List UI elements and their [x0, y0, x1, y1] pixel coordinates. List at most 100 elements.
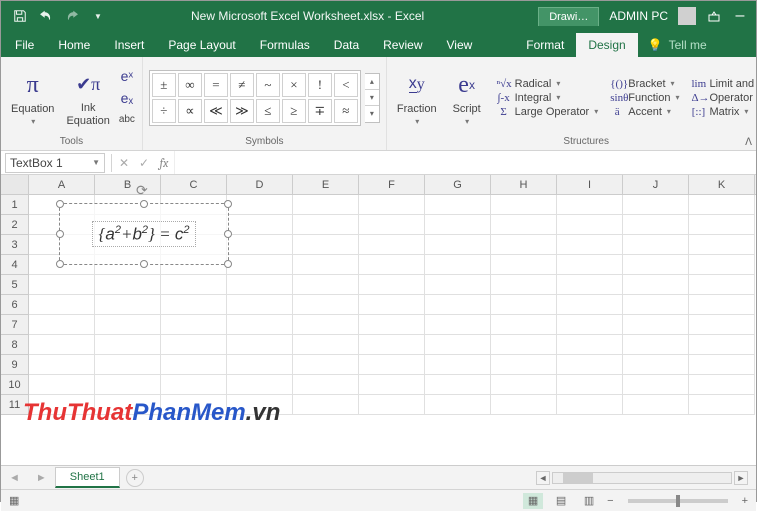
tab-insert[interactable]: Insert	[102, 33, 156, 57]
cell[interactable]	[227, 335, 293, 355]
cell[interactable]	[491, 275, 557, 295]
accent-button[interactable]: äAccent▾	[610, 106, 679, 118]
cell[interactable]	[95, 315, 161, 335]
resize-handle[interactable]	[140, 260, 148, 268]
resize-handle[interactable]	[224, 230, 232, 238]
collapse-ribbon-icon[interactable]: ᐱ	[745, 137, 752, 148]
cell[interactable]	[359, 315, 425, 335]
cell[interactable]	[95, 355, 161, 375]
tab-page-layout[interactable]: Page Layout	[156, 33, 247, 57]
linear-icon[interactable]: eₓ	[118, 89, 136, 107]
tab-file[interactable]: File	[1, 33, 46, 57]
tab-review[interactable]: Review	[371, 33, 434, 57]
cell[interactable]	[623, 335, 689, 355]
symbol-cell[interactable]: !	[308, 73, 332, 97]
row-header[interactable]: 6	[1, 295, 29, 315]
cell[interactable]	[491, 235, 557, 255]
cell[interactable]	[557, 215, 623, 235]
script-button[interactable]: ex Script▾	[445, 67, 489, 128]
cell[interactable]	[161, 295, 227, 315]
row-header[interactable]: 4	[1, 255, 29, 275]
cell[interactable]	[293, 215, 359, 235]
cell[interactable]	[557, 355, 623, 375]
cell[interactable]	[359, 195, 425, 215]
cell[interactable]	[95, 335, 161, 355]
resize-handle[interactable]	[224, 200, 232, 208]
cell[interactable]	[95, 375, 161, 395]
cell[interactable]	[557, 395, 623, 415]
cell[interactable]	[425, 255, 491, 275]
ink-equation-button[interactable]: ✔π Ink Equation	[62, 66, 113, 128]
cell[interactable]	[227, 295, 293, 315]
row-header[interactable]: 1	[1, 195, 29, 215]
rotate-handle-icon[interactable]: ⟳	[136, 182, 152, 198]
row-header[interactable]: 7	[1, 315, 29, 335]
horizontal-scrollbar[interactable]: ◄►	[536, 471, 748, 485]
page-layout-view-icon[interactable]: ▤	[551, 493, 571, 509]
cell[interactable]	[557, 315, 623, 335]
cell[interactable]	[623, 215, 689, 235]
symbol-cell[interactable]: ≫	[230, 99, 254, 123]
cell[interactable]	[293, 395, 359, 415]
cell[interactable]	[689, 195, 755, 215]
bracket-button[interactable]: {()}Bracket▾	[610, 78, 679, 90]
symbol-cell[interactable]: ÷	[152, 99, 176, 123]
cell[interactable]	[425, 275, 491, 295]
cell[interactable]	[425, 395, 491, 415]
cell[interactable]	[29, 275, 95, 295]
cell[interactable]	[293, 355, 359, 375]
zoom-out-icon[interactable]: −	[607, 495, 613, 507]
cell[interactable]	[227, 215, 293, 235]
cell[interactable]	[491, 195, 557, 215]
cell[interactable]	[689, 215, 755, 235]
cell[interactable]	[293, 195, 359, 215]
cell[interactable]	[425, 195, 491, 215]
cell[interactable]	[557, 255, 623, 275]
resize-handle[interactable]	[56, 200, 64, 208]
row-header[interactable]: 5	[1, 275, 29, 295]
cancel-icon[interactable]: ✕	[114, 153, 134, 173]
cell[interactable]	[623, 395, 689, 415]
cell[interactable]	[359, 335, 425, 355]
redo-icon[interactable]	[61, 5, 83, 27]
cell[interactable]	[425, 235, 491, 255]
cell[interactable]	[623, 275, 689, 295]
column-header[interactable]: C	[161, 175, 227, 194]
cell[interactable]	[425, 355, 491, 375]
cell[interactable]	[359, 275, 425, 295]
page-break-view-icon[interactable]: ▥	[579, 493, 599, 509]
cell[interactable]	[623, 235, 689, 255]
minimize-icon[interactable]: –	[732, 8, 748, 24]
save-icon[interactable]	[9, 5, 31, 27]
resize-handle[interactable]	[224, 260, 232, 268]
tab-format[interactable]: Format	[514, 33, 576, 57]
cell[interactable]	[557, 375, 623, 395]
function-button[interactable]: sinθFunction▾	[610, 92, 679, 104]
cell[interactable]	[29, 335, 95, 355]
symbol-cell[interactable]: ≤	[256, 99, 280, 123]
cell[interactable]	[689, 295, 755, 315]
sheet-nav-next-icon[interactable]: ►	[28, 472, 55, 484]
symbol-cell[interactable]: ±	[152, 73, 176, 97]
resize-handle[interactable]	[56, 260, 64, 268]
resize-handle[interactable]	[140, 200, 148, 208]
cell[interactable]	[689, 275, 755, 295]
column-header[interactable]: G	[425, 175, 491, 194]
cell[interactable]	[29, 355, 95, 375]
cell[interactable]	[491, 295, 557, 315]
cell[interactable]	[293, 315, 359, 335]
cell[interactable]	[689, 235, 755, 255]
cell[interactable]	[491, 215, 557, 235]
symbol-cell[interactable]: ~	[256, 73, 280, 97]
symbol-cell[interactable]: =	[204, 73, 228, 97]
cell[interactable]	[359, 355, 425, 375]
contextual-tab-drawing[interactable]: Drawi…	[538, 7, 599, 26]
cell[interactable]	[293, 255, 359, 275]
tab-view[interactable]: View	[435, 33, 485, 57]
symbol-cell[interactable]: ∝	[178, 99, 202, 123]
column-header[interactable]: E	[293, 175, 359, 194]
symbol-cell[interactable]: ×	[282, 73, 306, 97]
cell[interactable]	[161, 375, 227, 395]
cell[interactable]	[227, 195, 293, 215]
row-header[interactable]: 2	[1, 215, 29, 235]
